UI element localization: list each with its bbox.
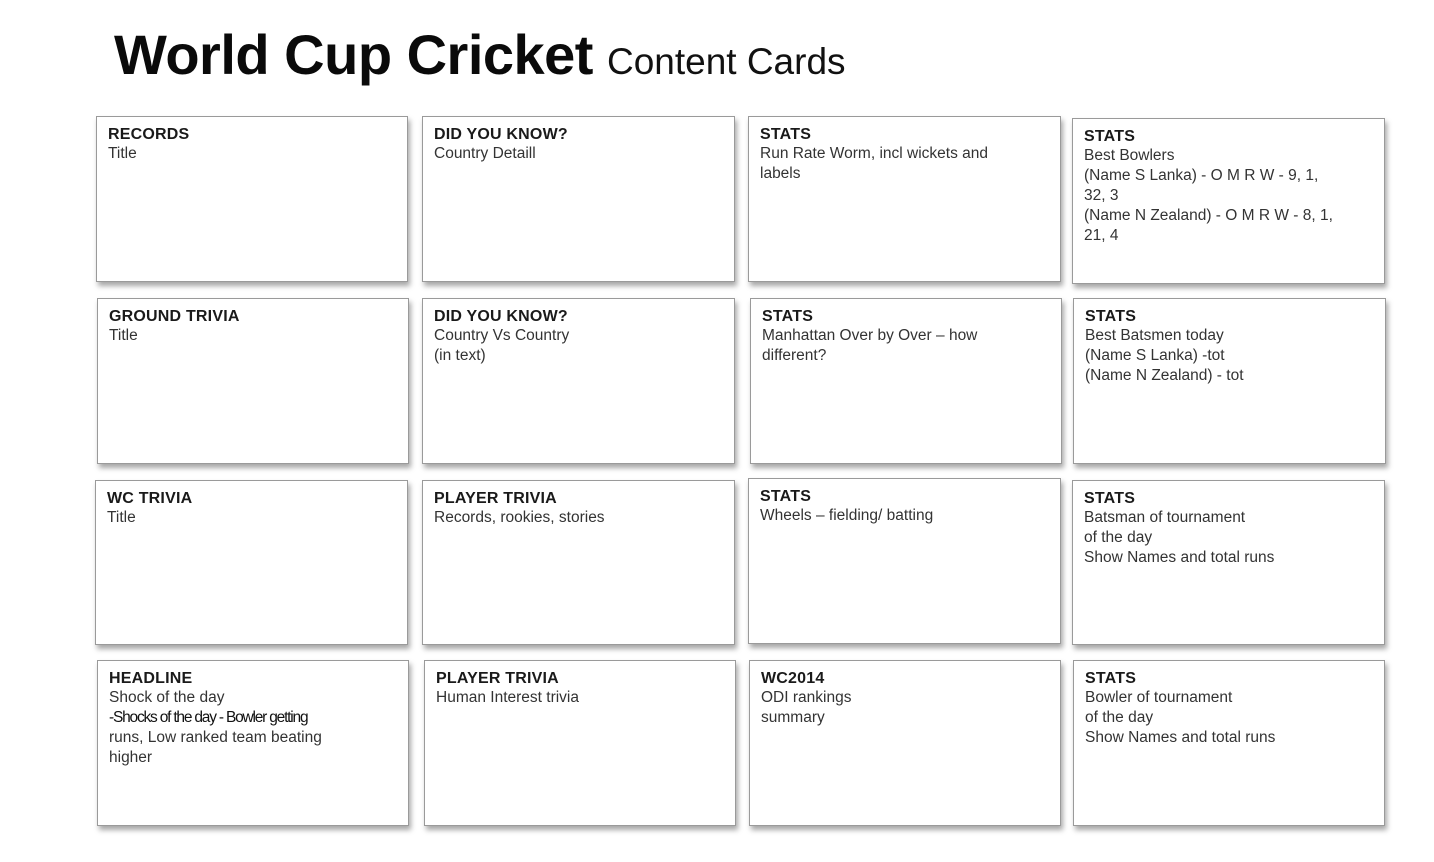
content-card: STATS Run Rate Worm, incl wickets and la… bbox=[748, 116, 1061, 282]
card-heading: HEADLINE bbox=[109, 670, 193, 687]
content-card: HEADLINE Shock of the day -Shocks of the… bbox=[97, 660, 409, 826]
card-text: Title bbox=[107, 509, 136, 526]
card-heading: STATS bbox=[1085, 308, 1137, 325]
card-text: (Name S Lanka) -tot bbox=[1085, 347, 1225, 364]
card-text: Country Detaill bbox=[434, 145, 536, 162]
card-text: Bowler of tournament bbox=[1085, 689, 1233, 706]
content-card: WC TRIVIA Title bbox=[95, 480, 408, 645]
card-text: -Shocks of the day - Bowler getting bbox=[109, 709, 309, 726]
card-heading: DID YOU KNOW? bbox=[434, 126, 568, 143]
content-card: STATS Wheels – fielding/ batting bbox=[748, 478, 1061, 644]
card-text: (Name N Zealand) - tot bbox=[1085, 367, 1244, 384]
card-text: Best Batsmen today bbox=[1085, 327, 1224, 344]
card-text: Human Interest trivia bbox=[436, 689, 579, 706]
content-card: STATS Bowler of tournament of the day Sh… bbox=[1073, 660, 1385, 826]
content-card: STATS Manhattan Over by Over – how diffe… bbox=[750, 298, 1062, 464]
card-text: labels bbox=[760, 165, 801, 182]
card-text: 21, 4 bbox=[1084, 227, 1119, 244]
card-heading: WC2014 bbox=[761, 670, 825, 687]
content-card: DID YOU KNOW? Country Vs Country (in tex… bbox=[422, 298, 735, 464]
card-heading: PLAYER TRIVIA bbox=[434, 490, 557, 507]
card-heading: DID YOU KNOW? bbox=[434, 308, 568, 325]
card-text: Shock of the day bbox=[109, 689, 225, 706]
card-heading: RECORDS bbox=[108, 126, 190, 143]
card-heading: PLAYER TRIVIA bbox=[436, 670, 559, 687]
card-text: Best Bowlers bbox=[1084, 147, 1175, 164]
content-card: STATS Best Bowlers (Name S Lanka) - O M … bbox=[1072, 118, 1385, 284]
card-text: Show Names and total runs bbox=[1084, 549, 1275, 566]
card-text: higher bbox=[109, 749, 153, 766]
card-text: different? bbox=[762, 347, 827, 364]
card-text: Show Names and total runs bbox=[1085, 729, 1276, 746]
card-text: Records, rookies, stories bbox=[434, 509, 605, 526]
card-text: Run Rate Worm, incl wickets and bbox=[760, 145, 988, 162]
card-heading: STATS bbox=[1084, 490, 1136, 507]
card-text: (Name S Lanka) - O M R W - 9, 1, bbox=[1084, 167, 1319, 184]
card-text: Title bbox=[108, 145, 137, 162]
card-text: Wheels – fielding/ batting bbox=[760, 507, 934, 524]
page-title-sub: Content Cards bbox=[606, 41, 846, 82]
card-text: Country Vs Country bbox=[434, 327, 570, 344]
content-card: RECORDS Title bbox=[96, 116, 408, 282]
page-title: World Cup Cricket Content Cards bbox=[114, 22, 846, 87]
card-text: of the day bbox=[1085, 709, 1154, 726]
card-heading: STATS bbox=[760, 126, 812, 143]
card-heading: STATS bbox=[762, 308, 814, 325]
card-text: Title bbox=[109, 327, 138, 344]
card-text: runs, Low ranked team beating bbox=[109, 729, 322, 746]
content-card: WC2014 ODI rankings summary bbox=[749, 660, 1061, 826]
card-heading: STATS bbox=[1084, 128, 1136, 145]
card-text: 32, 3 bbox=[1084, 187, 1119, 204]
card-heading: GROUND TRIVIA bbox=[109, 308, 240, 325]
content-card: PLAYER TRIVIA Human Interest trivia bbox=[424, 660, 736, 826]
card-text: ODI rankings bbox=[761, 689, 852, 706]
card-heading: WC TRIVIA bbox=[107, 490, 193, 507]
content-card: DID YOU KNOW? Country Detaill bbox=[422, 116, 735, 282]
card-text: of the day bbox=[1084, 529, 1153, 546]
content-card: PLAYER TRIVIA Records, rookies, stories bbox=[422, 480, 735, 645]
card-text: Batsman of tournament bbox=[1084, 509, 1246, 526]
card-text: (Name N Zealand) - O M R W - 8, 1, bbox=[1084, 207, 1333, 224]
card-text: (in text) bbox=[434, 347, 486, 364]
card-heading: STATS bbox=[1085, 670, 1137, 687]
content-card: GROUND TRIVIA Title bbox=[97, 298, 409, 464]
page-title-main: World Cup Cricket bbox=[114, 23, 593, 86]
card-heading: STATS bbox=[760, 488, 812, 505]
content-card: STATS Batsman of tournament of the day S… bbox=[1072, 480, 1385, 645]
card-text: summary bbox=[761, 709, 825, 726]
content-card: STATS Best Batsmen today (Name S Lanka) … bbox=[1073, 298, 1386, 464]
card-text: Manhattan Over by Over – how bbox=[762, 327, 978, 344]
